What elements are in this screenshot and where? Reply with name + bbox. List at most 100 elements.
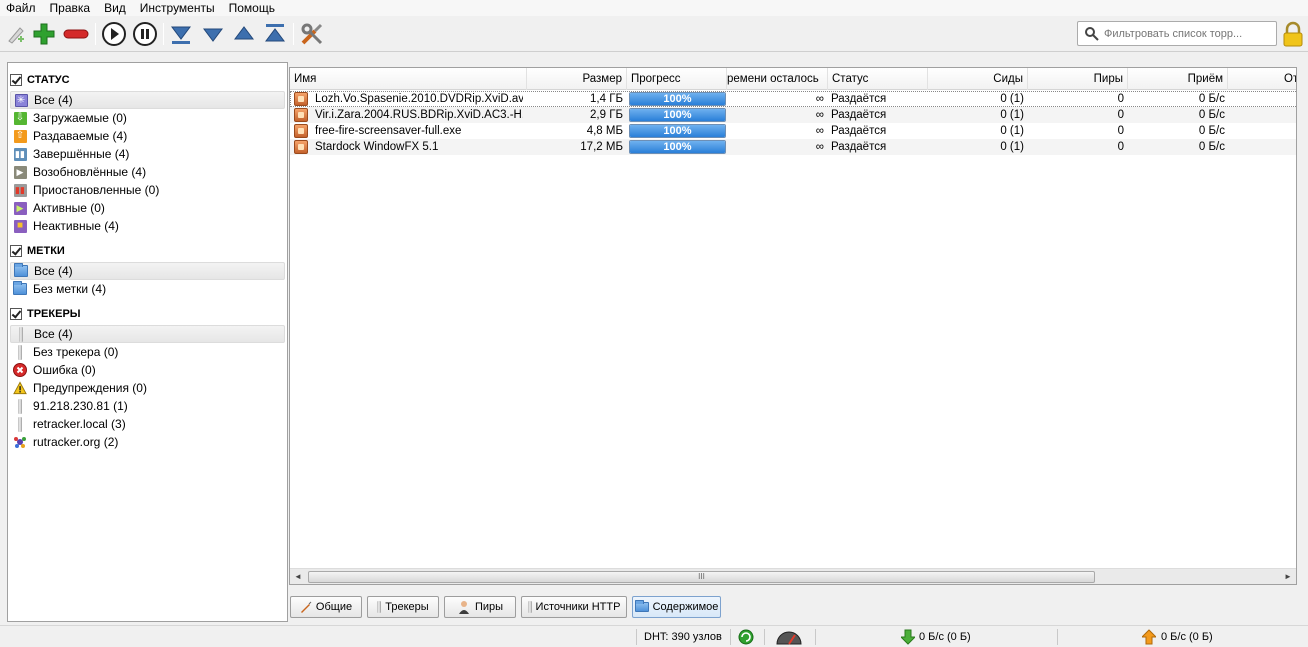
completed-icon: ▮▮	[13, 147, 27, 161]
tracker-item-all[interactable]: Все (4)	[10, 325, 285, 343]
cell-status: Раздаётся	[831, 109, 887, 121]
pause-button[interactable]	[132, 21, 158, 47]
tab-peers[interactable]: Пиры	[444, 596, 516, 618]
search-input[interactable]	[1104, 27, 1269, 40]
scroll-right-icon[interactable]: ►	[1280, 571, 1296, 583]
tab-http-sources[interactable]: Источники HTTP	[521, 596, 627, 618]
tab-trackers[interactable]: Трекеры	[367, 596, 439, 618]
move-top-icon	[265, 24, 285, 42]
menu-tools[interactable]: Инструменты	[134, 1, 223, 15]
status-item-inactive[interactable]: ■ Неактивные (4)	[10, 217, 285, 235]
col-seeds[interactable]: Сиды	[928, 68, 1028, 90]
torrent-file-icon	[294, 108, 308, 122]
scroll-left-icon[interactable]: ◄	[290, 571, 306, 583]
tab-content[interactable]: Содержимое	[632, 596, 721, 618]
status-item-paused[interactable]: ▮▮ Приостановленные (0)	[10, 181, 285, 199]
status-section-header[interactable]: СТАТУС	[10, 71, 70, 89]
tracker-item-none[interactable]: Без трекера (0)	[10, 343, 285, 361]
col-eta[interactable]: ремени осталось	[727, 68, 828, 90]
speed-limit-icon[interactable]	[775, 629, 803, 645]
tracker-item-rutracker[interactable]: rutracker.org (2)	[10, 433, 285, 451]
tracker-item-label: 91.218.230.81 (1)	[33, 399, 128, 413]
status-item-completed[interactable]: ▮▮ Завершённые (4)	[10, 145, 285, 163]
table-row[interactable]: free-fire-screensaver-full.exe 4,8 МБ 100%…	[290, 123, 1296, 139]
cell-peers: 0	[1117, 141, 1124, 153]
create-torrent-button[interactable]	[3, 21, 29, 47]
status-item-downloading[interactable]: ⇩ Загружаемые (0)	[10, 109, 285, 127]
download-arrow-icon: ⇩	[13, 111, 27, 125]
status-item-all[interactable]: ✳ Все (4)	[10, 91, 285, 109]
label-item-all[interactable]: Все (4)	[10, 262, 285, 280]
resume-icon	[102, 22, 126, 46]
move-top-button[interactable]	[262, 21, 288, 47]
cell-eta: ∞	[815, 125, 824, 137]
table-row[interactable]: Lozh.Vo.Spasenie.2010.DVDRip.XviD.avi 1,4…	[290, 91, 1296, 107]
all-status-icon: ✳	[14, 93, 28, 107]
warning-icon	[13, 381, 27, 395]
col-size[interactable]: Размер	[527, 68, 627, 90]
menu-help[interactable]: Помощь	[223, 1, 283, 15]
col-name[interactable]: Имя	[290, 68, 527, 90]
labels-section-header[interactable]: МЕТКИ	[10, 242, 65, 260]
cell-seeds: 0 (1)	[1000, 93, 1024, 105]
status-item-label: Приостановленные (0)	[33, 183, 160, 197]
horizontal-scrollbar[interactable]: ◄ III ►	[290, 568, 1296, 584]
move-down-button[interactable]	[200, 21, 226, 47]
tracker-item-label: rutracker.org (2)	[33, 435, 119, 449]
status-item-resumed[interactable]: ▶ Возобновлённые (4)	[10, 163, 285, 181]
table-row[interactable]: Vir.i.Zara.2004.RUS.BDRip.XviD.AC3.-H...…	[290, 107, 1296, 123]
menu-edit[interactable]: Правка	[44, 1, 99, 15]
col-status[interactable]: Статус	[828, 68, 928, 90]
status-header-label: СТАТУС	[27, 74, 70, 86]
cell-name: Lozh.Vo.Spasenie.2010.DVDRip.XviD.avi	[315, 93, 523, 105]
tracker-pin-icon	[14, 326, 28, 342]
cell-status: Раздаётся	[831, 141, 887, 153]
col-peers[interactable]: Пиры	[1028, 68, 1128, 90]
paused-icon: ▮▮	[13, 183, 27, 197]
trackers-section-header[interactable]: ТРЕКЕРЫ	[10, 305, 81, 323]
status-item-label: Активные (0)	[33, 201, 105, 215]
tracker-item-retracker[interactable]: retracker.local (3)	[10, 415, 285, 433]
connection-status-icon[interactable]	[738, 629, 754, 645]
remove-icon	[63, 29, 89, 39]
checkbox-icon[interactable]	[10, 74, 22, 86]
tracker-item-error[interactable]: Ошибка (0)	[10, 361, 285, 379]
folder-icon	[14, 263, 28, 278]
tracker-item-ip[interactable]: 91.218.230.81 (1)	[10, 397, 285, 415]
label-item-unlabeled[interactable]: Без метки (4)	[10, 280, 285, 298]
status-bar: DHT: 390 узлов 0 Б/с (0 Б) 0 Б/с (0 Б)	[0, 625, 1308, 647]
add-torrent-button[interactable]	[31, 21, 57, 47]
table-header: Имя Размер Прогресс ремени осталось Стат…	[290, 68, 1296, 90]
col-progress[interactable]: Прогресс	[627, 68, 727, 90]
settings-icon	[301, 23, 323, 45]
http-source-icon	[527, 601, 532, 613]
tracker-item-warnings[interactable]: Предупреждения (0)	[10, 379, 285, 397]
scroll-thumb[interactable]: III	[308, 571, 1095, 583]
label-item-label: Без метки (4)	[33, 282, 107, 296]
move-up-button[interactable]	[231, 21, 257, 47]
cell-download: 0 Б/с	[1198, 109, 1225, 121]
menu-file[interactable]: Файл	[0, 1, 44, 15]
settings-button[interactable]	[299, 21, 325, 47]
tab-general[interactable]: Общие	[290, 596, 362, 618]
move-bottom-button[interactable]	[168, 21, 194, 47]
lock-button[interactable]	[1282, 21, 1304, 47]
checkbox-icon[interactable]	[10, 245, 22, 257]
progress-text: 100%	[663, 125, 692, 137]
upload-speed-icon	[1140, 629, 1158, 645]
status-item-active[interactable]: ▶ Активные (0)	[10, 199, 285, 217]
tab-label: Общие	[315, 601, 353, 613]
remove-torrent-button[interactable]	[63, 21, 89, 47]
cell-eta: ∞	[815, 93, 824, 105]
table-row[interactable]: Stardock WindowFX 5.1 17,2 МБ 100% ∞ Раздаёт…	[290, 139, 1296, 155]
rutracker-favicon-icon	[13, 435, 27, 449]
search-box[interactable]	[1077, 21, 1277, 46]
status-item-label: Все (4)	[34, 93, 73, 107]
checkbox-icon[interactable]	[10, 308, 22, 320]
resume-button[interactable]	[101, 21, 127, 47]
status-item-seeding[interactable]: ⇧ Раздаваемые (4)	[10, 127, 285, 145]
menu-view[interactable]: Вид	[98, 1, 134, 15]
add-icon	[33, 23, 55, 45]
col-download[interactable]: Приём	[1128, 68, 1228, 90]
col-upload[interactable]: От	[1280, 68, 1296, 90]
